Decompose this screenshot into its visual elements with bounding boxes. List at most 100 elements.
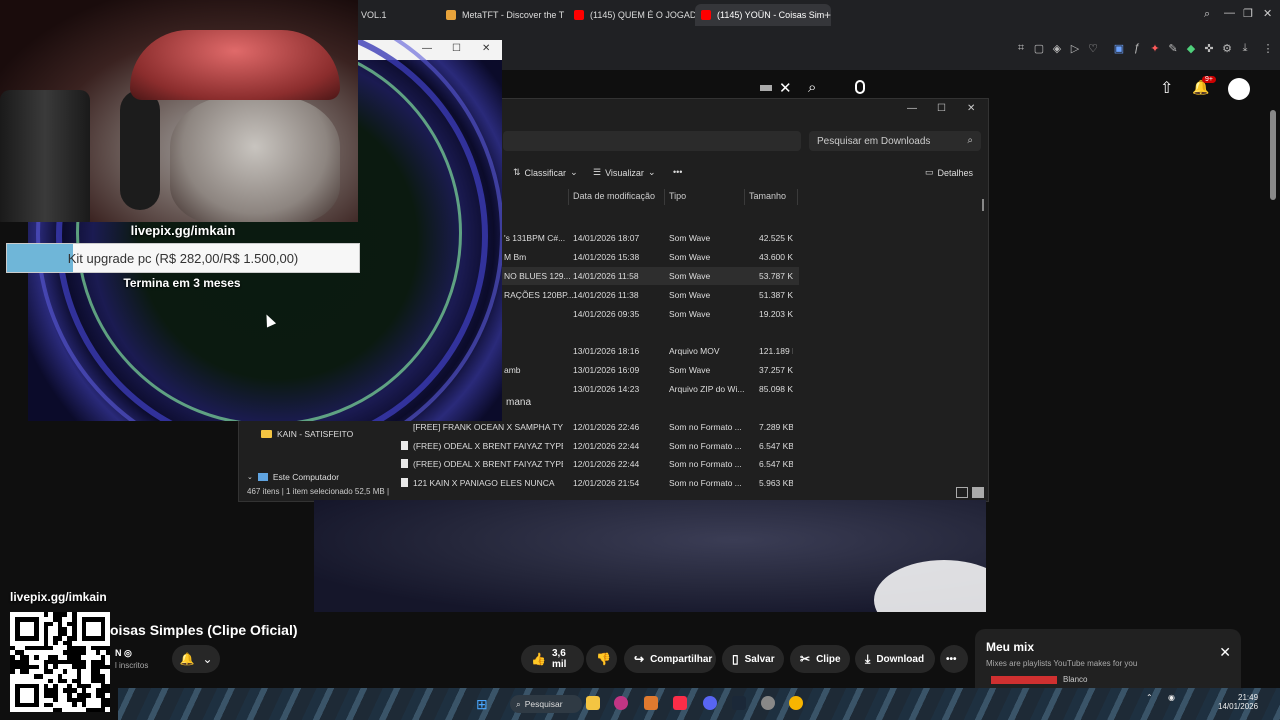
view-button[interactable]: ☰ Visualizar ⌄ xyxy=(593,167,655,178)
sort-button[interactable]: ⇅ Classificar ⌄ xyxy=(513,167,578,178)
bookmark-icon[interactable]: ⌗ xyxy=(1015,42,1027,54)
save-button[interactable]: ▯ Salvar xyxy=(722,645,784,673)
search-placeholder: Pesquisar em Downloads xyxy=(817,135,931,147)
search-tabs-icon[interactable]: ⌕ xyxy=(1204,8,1210,21)
more-actions-button[interactable]: ••• xyxy=(940,645,968,673)
heart-icon[interactable]: ♡ xyxy=(1087,42,1099,55)
minimize-icon[interactable]: — xyxy=(422,43,432,54)
download-icon[interactable]: ⤓ xyxy=(1239,42,1251,54)
qr-module xyxy=(105,640,111,646)
thumbs-down-icon: 👎 xyxy=(596,652,611,666)
tiles-view-icon[interactable] xyxy=(972,487,984,498)
page-scrollbar[interactable] xyxy=(1270,110,1276,200)
extension-icon[interactable]: ◆ xyxy=(1185,42,1197,55)
play-icon[interactable]: ▷ xyxy=(1069,42,1081,55)
minimize-icon[interactable]: — xyxy=(907,103,917,114)
clear-search-icon[interactable]: ✕ xyxy=(779,79,792,97)
scrollbar[interactable] xyxy=(982,199,984,211)
close-icon[interactable]: ✕ xyxy=(967,103,975,114)
mix-item-title[interactable]: Blanco xyxy=(1063,675,1087,684)
tab-metatft[interactable]: MetaTFT - Discover the T xyxy=(440,4,577,26)
download-button[interactable]: ⤓ Download xyxy=(855,645,935,673)
column-separator xyxy=(744,189,745,205)
menu-icon[interactable]: ⋮ xyxy=(1262,42,1274,55)
tab-youtube-1[interactable]: (1145) QUEM É O JOGADO xyxy=(568,4,702,26)
extension-icon[interactable]: ▣ xyxy=(1113,42,1125,55)
upload-icon[interactable]: ⇧ xyxy=(1160,78,1173,98)
qr-module xyxy=(52,631,58,637)
file-row[interactable]: (FREE) ODEAL X BRENT FAIYAZ TYPE BEA... 1… xyxy=(399,437,799,455)
clip-button[interactable]: ✂ Clipe xyxy=(790,645,850,673)
address-bar[interactable] xyxy=(503,131,801,151)
file-size: 43.600 KB xyxy=(759,252,793,262)
file-size: 6.547 KB xyxy=(759,459,793,469)
download-label: Download xyxy=(876,653,925,665)
new-tab-button[interactable]: + xyxy=(824,8,831,22)
file-row[interactable]: 121 KAIN X PANIAGO ELES NUNCA 12/01/2026 … xyxy=(399,474,799,492)
close-icon[interactable]: ✕ xyxy=(1263,7,1272,20)
extensions-puzzle-icon[interactable]: ✜ xyxy=(1203,42,1215,55)
details-view-icon[interactable] xyxy=(956,487,968,498)
windows-start-icon[interactable]: ⊞ xyxy=(476,696,488,713)
search-input[interactable]: Pesquisar em Downloads ⌕ xyxy=(809,131,981,151)
obs-icon[interactable] xyxy=(761,696,775,710)
discord-icon[interactable] xyxy=(703,696,717,710)
mix-panel: Meu mix Mixes are playlists YouTube make… xyxy=(975,629,1241,691)
column-header-size[interactable]: Tamanho xyxy=(749,191,786,201)
group-header-week[interactable]: mana xyxy=(506,397,531,408)
column-header-type[interactable]: Tipo xyxy=(669,191,686,201)
settings-icon[interactable]: ⚙ xyxy=(1221,42,1233,55)
maximize-icon[interactable]: ☐ xyxy=(452,43,461,54)
dislike-button[interactable]: 👎 xyxy=(586,645,617,673)
steam-icon[interactable] xyxy=(732,696,746,710)
close-icon[interactable]: ✕ xyxy=(482,43,490,54)
details-button[interactable]: ▭ Detalhes xyxy=(925,167,973,178)
nav-item-label: KAIN - SATISFEITO xyxy=(277,429,354,439)
like-button[interactable]: 👍 3,6 mil xyxy=(521,645,584,673)
app-icon[interactable] xyxy=(789,696,803,710)
fl-studio-icon[interactable] xyxy=(644,696,658,710)
extension-icon[interactable]: ƒ xyxy=(1131,42,1143,54)
extension-icon[interactable]: ✎ xyxy=(1167,42,1179,55)
shield-icon[interactable]: ◈ xyxy=(1051,42,1063,55)
file-date: 14/01/2026 15:38 xyxy=(573,252,640,262)
file-row[interactable]: (FREE) ODEAL X BRENT FAIYAZ TYPE BEA... 1… xyxy=(399,455,799,473)
goal-label: Kit upgrade pc (R$ 282,00/R$ 1.500,00) xyxy=(67,250,299,266)
app-icon[interactable] xyxy=(614,696,628,710)
screenshot-icon[interactable]: ▢ xyxy=(1033,42,1045,55)
extension-icon[interactable]: ✦ xyxy=(1149,42,1161,55)
subscription-bell-button[interactable]: 🔔 ⌄ xyxy=(172,645,220,673)
qr-module xyxy=(29,631,35,637)
file-explorer-icon[interactable] xyxy=(586,696,600,710)
streamer-face xyxy=(170,95,340,222)
mix-thumbnail[interactable] xyxy=(991,676,1057,684)
subscriber-count: l inscritos xyxy=(115,661,149,670)
tab-youtube-active[interactable]: (1145) YOÜN - Coisas Sim xyxy=(695,4,831,26)
maximize-icon[interactable]: ☐ xyxy=(937,103,946,114)
video-frame-shape xyxy=(874,560,986,612)
nav-item-folder[interactable]: KAIN - SATISFEITO xyxy=(261,429,353,439)
column-header-date[interactable]: Data de modificação xyxy=(573,191,655,201)
maximize-icon[interactable]: ❐ xyxy=(1243,7,1253,20)
avatar[interactable] xyxy=(1228,78,1250,100)
search-icon[interactable]: ⌕ xyxy=(808,79,816,96)
tray-chevron-icon[interactable]: ⌃ xyxy=(1146,693,1153,702)
channel-name[interactable]: N ◎ xyxy=(115,648,132,659)
more-options-button[interactable]: ••• xyxy=(673,167,682,177)
video-player[interactable] xyxy=(314,500,986,612)
minimize-icon[interactable]: — xyxy=(1224,7,1235,19)
channel-name-text: N xyxy=(115,648,122,658)
nav-item-this-pc[interactable]: ⌄ Este Computador xyxy=(247,472,339,482)
file-size: 6.547 KB xyxy=(759,441,793,451)
column-separator xyxy=(664,189,665,205)
clock[interactable]: 21:49 14/01/2026 xyxy=(1218,693,1258,711)
network-icon[interactable]: ◉ xyxy=(1168,693,1175,702)
keyboard-icon[interactable] xyxy=(760,85,772,91)
music-icon[interactable] xyxy=(673,696,687,710)
close-icon[interactable]: ✕ xyxy=(1219,644,1231,661)
share-button[interactable]: ↪ Compartilhar xyxy=(624,645,716,673)
qr-module xyxy=(14,654,20,660)
tab-vol1[interactable]: VOL.1 xyxy=(355,4,447,26)
microphone-icon[interactable] xyxy=(855,80,865,94)
taskbar-search[interactable]: ⌕ Pesquisar xyxy=(510,695,582,713)
